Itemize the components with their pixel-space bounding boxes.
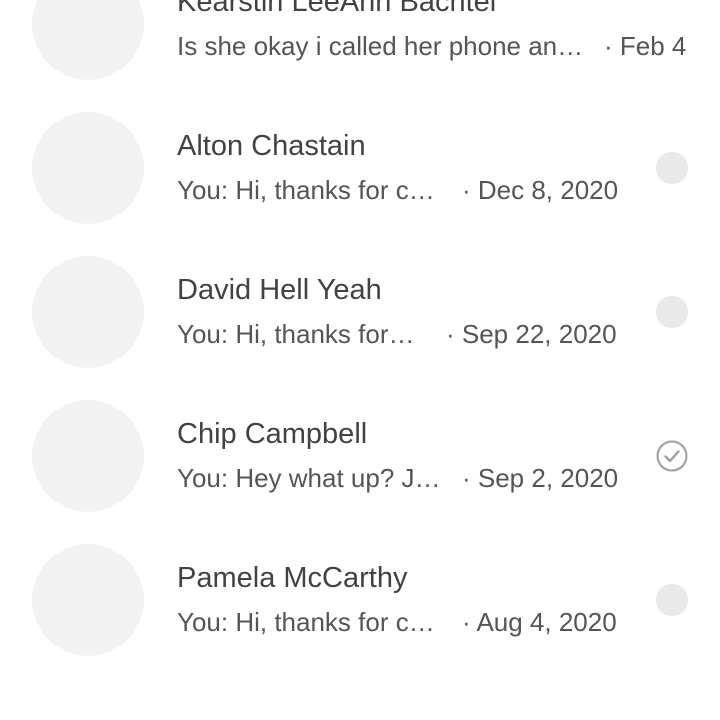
message-snippet: You: Hi, thanks for c… xyxy=(177,607,435,637)
message-date: · Sep 22, 2020 xyxy=(446,319,617,349)
contact-name: Kearstin LeeAnn Bachtel xyxy=(177,0,497,18)
message-snippet: You: Hi, thanks for c… xyxy=(177,175,435,205)
sent-check-icon xyxy=(656,440,688,472)
avatar[interactable] xyxy=(32,256,144,368)
conversation-row[interactable]: Kearstin LeeAnn Bachtel Is she okay i ca… xyxy=(0,0,720,112)
avatar[interactable] xyxy=(32,0,144,80)
contact-name: Chip Campbell xyxy=(177,418,368,450)
unread-dot-icon xyxy=(656,152,688,184)
message-snippet: Is she okay i called her phone an… xyxy=(177,31,584,61)
unread-dot-icon xyxy=(656,584,688,616)
message-date: · Feb 4 xyxy=(604,31,687,61)
contact-name: David Hell Yeah xyxy=(177,274,382,306)
conversation-row[interactable]: Chip Campbell You: Hey what up? J… · Sep… xyxy=(0,400,720,544)
message-date: · Sep 2, 2020 xyxy=(462,463,619,493)
unread-dot-icon xyxy=(656,296,688,328)
avatar[interactable] xyxy=(32,544,144,656)
message-date: · Aug 4, 2020 xyxy=(462,607,617,637)
avatar[interactable] xyxy=(32,400,144,512)
contact-name: Alton Chastain xyxy=(177,130,366,162)
message-snippet: You: Hi, thanks for… xyxy=(177,319,415,349)
conversation-row[interactable]: Alton Chastain You: Hi, thanks for c… · … xyxy=(0,112,720,256)
conversation-row[interactable]: David Hell Yeah You: Hi, thanks for… · S… xyxy=(0,256,720,400)
message-snippet: You: Hey what up? J… xyxy=(177,463,441,493)
conversation-list: Kearstin LeeAnn Bachtel Is she okay i ca… xyxy=(0,0,720,720)
contact-name: Pamela McCarthy xyxy=(177,562,408,594)
conversation-row[interactable]: Pamela McCarthy You: Hi, thanks for c… ·… xyxy=(0,544,720,688)
message-date: · Dec 8, 2020 xyxy=(462,175,619,205)
avatar[interactable] xyxy=(32,112,144,224)
